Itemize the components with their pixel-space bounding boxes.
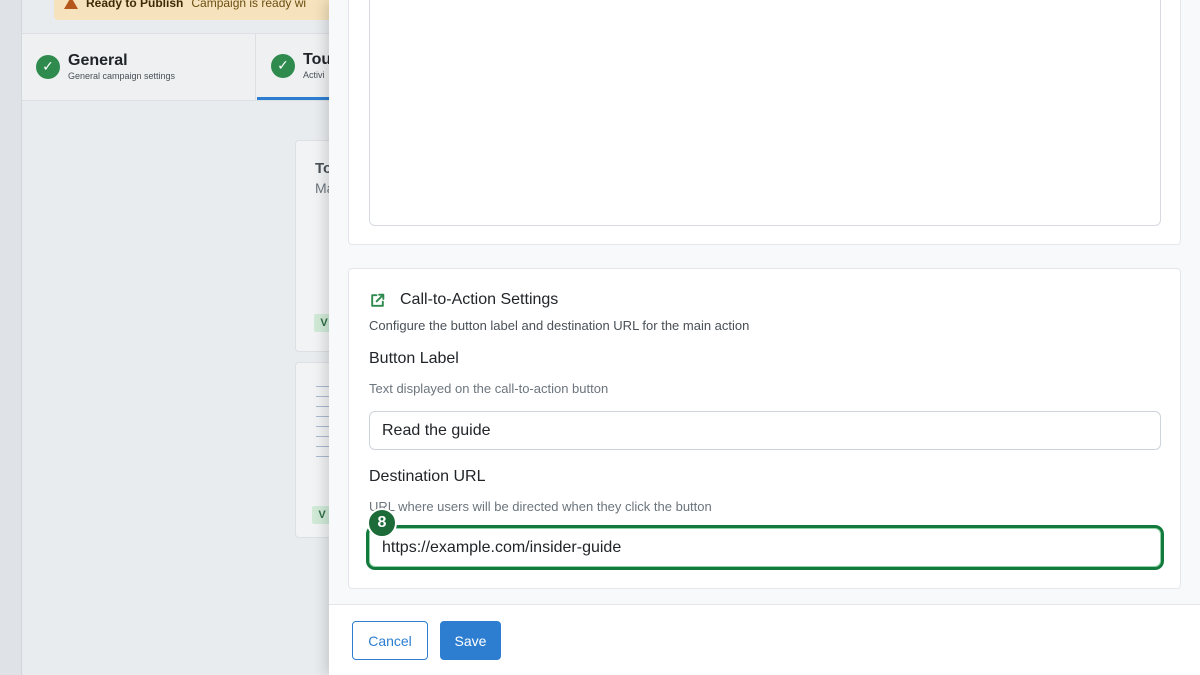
check-icon: ✓ xyxy=(271,53,295,78)
settings-drawer: Call-to-Action Settings Configure the bu… xyxy=(329,0,1200,675)
external-link-icon xyxy=(371,293,385,307)
button-label-help: Text displayed on the call-to-action but… xyxy=(369,381,609,396)
drawer-footer: Cancel Save xyxy=(329,604,1200,675)
alert-text: Campaign is ready wi xyxy=(191,0,307,10)
destination-url-help: URL where users will be directed when th… xyxy=(369,499,712,514)
warning-icon xyxy=(64,0,78,9)
step-title: Tou xyxy=(303,50,332,68)
left-gutter xyxy=(0,0,22,675)
button-label-input[interactable] xyxy=(369,411,1161,450)
destination-url-input[interactable] xyxy=(369,528,1161,567)
section-title: Call-to-Action Settings xyxy=(400,291,559,308)
step-title: General xyxy=(68,52,128,69)
check-icon: ✓ xyxy=(36,55,60,79)
cta-settings-panel: Call-to-Action Settings Configure the bu… xyxy=(348,268,1181,589)
content-editor[interactable] xyxy=(369,0,1161,226)
content-panel xyxy=(348,0,1181,245)
alert-title: Ready to Publish xyxy=(86,0,184,10)
step-number-badge: 8 xyxy=(367,508,397,538)
section-header: Call-to-Action Settings xyxy=(369,291,558,309)
section-description: Configure the button label and destinati… xyxy=(369,318,750,333)
step-general[interactable]: ✓ General General campaign settings xyxy=(22,34,256,100)
step-subtitle: General campaign settings xyxy=(68,71,176,81)
save-button[interactable]: Save xyxy=(440,621,501,660)
button-label-label: Button Label xyxy=(369,350,459,367)
destination-url-label: Destination URL xyxy=(369,468,486,485)
step-subtitle: Activi xyxy=(303,69,325,80)
cancel-button[interactable]: Cancel xyxy=(352,621,428,660)
